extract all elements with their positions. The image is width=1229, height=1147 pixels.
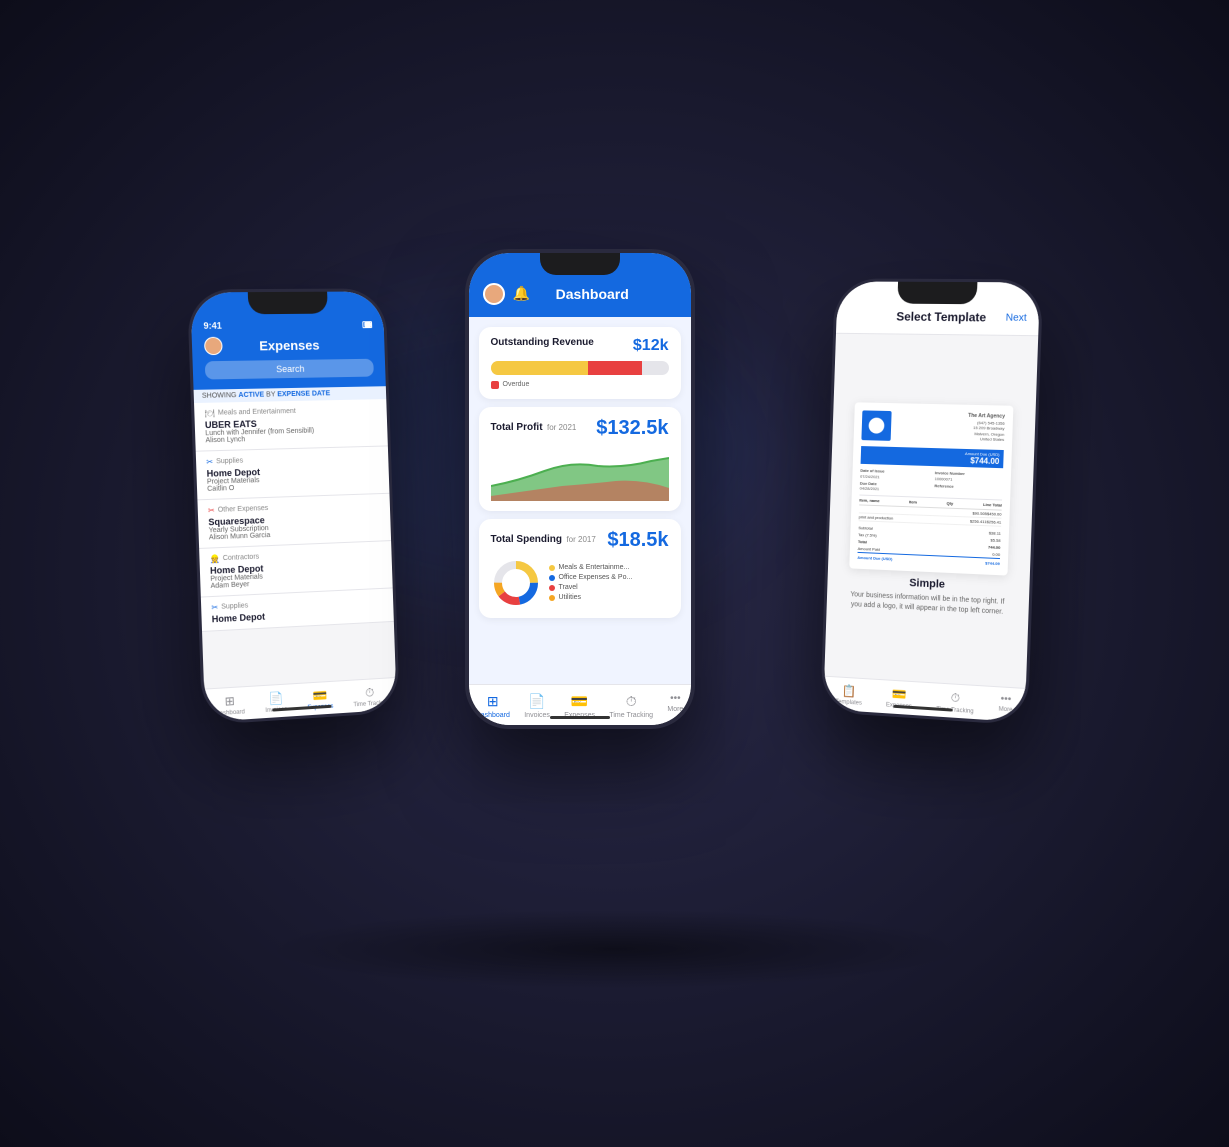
notch-right: [897, 281, 977, 304]
category-0: 🍽 Meals and Entertainment: [204, 405, 377, 418]
invoice-meta: Date of Issue 07/24/2021 Due Date 04/28/…: [859, 467, 1002, 495]
nav-more-center[interactable]: ••• More: [667, 693, 683, 719]
nav-invoices-center[interactable]: 📄 Invoices: [524, 693, 550, 719]
legend-travel: Travel: [549, 584, 669, 591]
spending-card: Total Spending for 2017 $18.5k: [479, 519, 681, 618]
status-icons-left: [362, 320, 372, 327]
dashboard-screen: 🔔 Dashboard Outstanding Revenue $12k: [469, 253, 691, 725]
expense-item-1: ✂ Supplies Home Depot Project Materials …: [195, 446, 389, 500]
overdue-dot: [491, 381, 499, 389]
profit-value: $132.5k: [596, 417, 668, 440]
legend-office: Office Expenses & Po...: [549, 574, 669, 581]
nav-dashboard-left[interactable]: ⊞ Dashboard: [214, 693, 244, 717]
legend-utilities: Utilities: [549, 594, 669, 601]
nav-time-center[interactable]: ⏱ Time Tracking: [609, 693, 653, 719]
invoice-table: Item, name Item Qty Line Total $90.50 5 …: [858, 494, 1001, 526]
overdue-label: Overdue: [491, 381, 669, 389]
expense-item-2: ✂ Other Expenses Squarespace Yearly Subs…: [197, 493, 391, 548]
phone-dashboard: 🔔 Dashboard Outstanding Revenue $12k: [465, 249, 695, 729]
phone-template: Select Template Next The: [820, 278, 1043, 725]
revenue-bar: [491, 361, 669, 375]
invoice-top: The Art Agency (647) 545-1356 15 209 Bro…: [861, 410, 1005, 444]
spending-value: $18.5k: [607, 529, 668, 552]
notch-left: [247, 291, 327, 314]
notch-center: [540, 253, 620, 275]
expense-item-0: 🍽 Meals and Entertainment UBER EATS Lunc…: [194, 399, 388, 452]
phone-expenses: 9:41 Expenses Search: [186, 288, 399, 725]
status-time-left: 9:41: [203, 320, 222, 330]
expenses-screen: 9:41 Expenses Search: [190, 291, 397, 722]
spending-label: Total Spending: [491, 534, 562, 545]
profit-label: Total Profit: [491, 422, 543, 433]
revenue-red: [588, 361, 641, 375]
home-indicator-center: [550, 716, 610, 719]
profit-chart: [491, 446, 669, 501]
invoice-meta-right: Invoice Number 10000071 Reference: [934, 469, 1003, 494]
revenue-card: Outstanding Revenue $12k Overdue: [479, 327, 681, 399]
expenses-title: Expenses: [259, 337, 320, 353]
template-title: Select Template: [896, 309, 986, 324]
spending-year: for 2017: [566, 535, 595, 544]
invoice-company: The Art Agency (647) 545-1356 15 209 Bro…: [967, 412, 1005, 443]
spending-legend: Meals & Entertainme... Office Expenses &…: [549, 564, 669, 601]
dashboard-title: Dashboard: [538, 286, 647, 302]
next-button[interactable]: Next: [1005, 312, 1026, 323]
invoice-logo: [861, 410, 891, 441]
template-name-label: Simple: [909, 576, 945, 590]
profit-year: for 2021: [547, 423, 576, 432]
avatar-center: [483, 283, 505, 305]
expense-list: 🍽 Meals and Entertainment UBER EATS Lunc…: [194, 399, 396, 689]
invoice-preview: The Art Agency (647) 545-1356 15 209 Bro…: [849, 402, 1013, 575]
avatar-left: [203, 336, 222, 354]
nav-time-left[interactable]: ⏱ Time Track...: [352, 684, 386, 708]
legend-meals: Meals & Entertainme...: [549, 564, 669, 571]
shadow-ellipse: [265, 909, 965, 989]
invoice-amount-header: Amount Due (USD) $744.00: [860, 445, 1003, 467]
invoice-totals: Subtotal$38.11 Tax (7.5%)$5.58 Total744.…: [857, 523, 1001, 566]
spending-bottom: Meals & Entertainme... Office Expenses &…: [491, 558, 669, 608]
revenue-yellow: [491, 361, 589, 375]
nav-dashboard-center[interactable]: ⊞ Dashboard: [476, 693, 510, 719]
template-description: Your business information will be in the…: [834, 589, 1021, 618]
scene: 9:41 Expenses Search: [165, 199, 1065, 949]
template-preview-area: The Art Agency (647) 545-1356 15 209 Bro…: [824, 333, 1038, 687]
revenue-value: $12k: [633, 337, 669, 355]
nav-more-right[interactable]: ••• More: [998, 693, 1013, 717]
search-bar-left[interactable]: Search: [204, 358, 373, 379]
donut-chart: [491, 558, 541, 608]
bell-icon[interactable]: 🔔: [513, 285, 530, 302]
template-screen-wrapper: Select Template Next The: [823, 281, 1040, 722]
revenue-label: Outstanding Revenue: [491, 337, 594, 348]
expense-item-3: 👷 Contractors Home Depot Project Materia…: [199, 541, 393, 597]
invoice-meta-left: Date of Issue 07/24/2021 Due Date 04/28/…: [859, 467, 926, 492]
profit-card: Total Profit for 2021 $132.5k: [479, 407, 681, 511]
nav-templates-right[interactable]: 📋 Templates: [835, 683, 862, 707]
dash-content: Outstanding Revenue $12k Overdue: [469, 317, 691, 684]
